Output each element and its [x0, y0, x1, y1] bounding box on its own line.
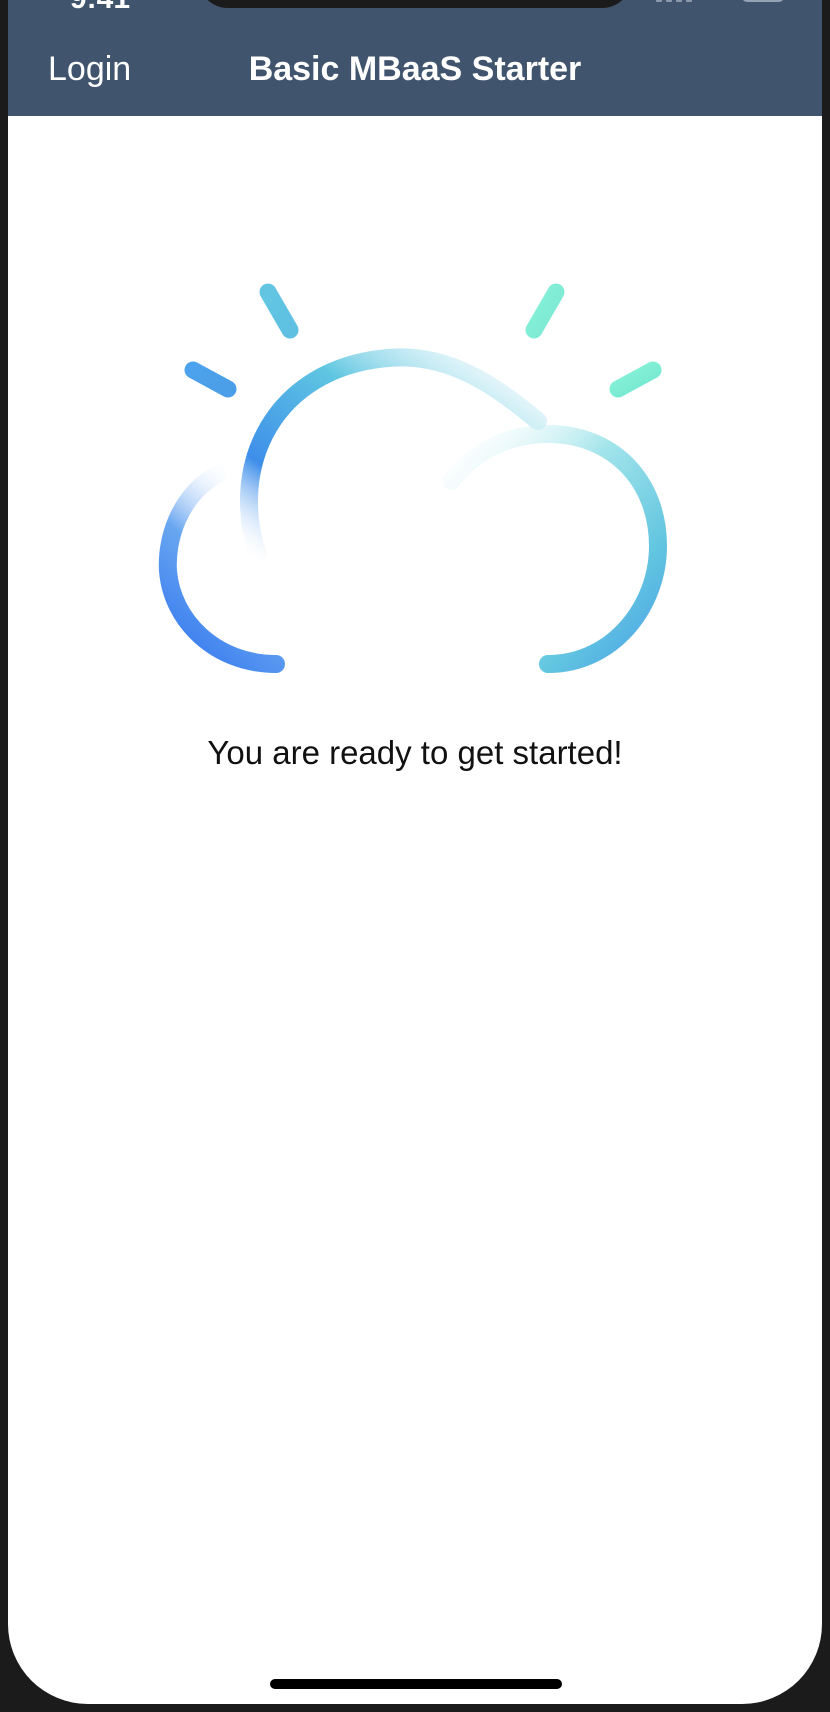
battery-icon	[742, 0, 784, 2]
ready-message: You are ready to get started!	[207, 734, 623, 771]
app-screen: 9:41 ◠ Login Basic MBaaS Starter	[8, 0, 822, 1704]
navigation-bar: Login Basic MBaaS Starter	[8, 20, 822, 116]
device-notch	[198, 0, 632, 8]
home-indicator[interactable]	[270, 1679, 562, 1689]
wifi-icon: ◠	[708, 0, 726, 2]
status-icons: ◠	[656, 0, 784, 2]
main-content: You are ready to get started!	[8, 116, 822, 1704]
signal-strength-icon	[656, 0, 692, 2]
page-title: Basic MBaaS Starter	[248, 50, 582, 88]
status-time: 9:41	[70, 0, 130, 16]
